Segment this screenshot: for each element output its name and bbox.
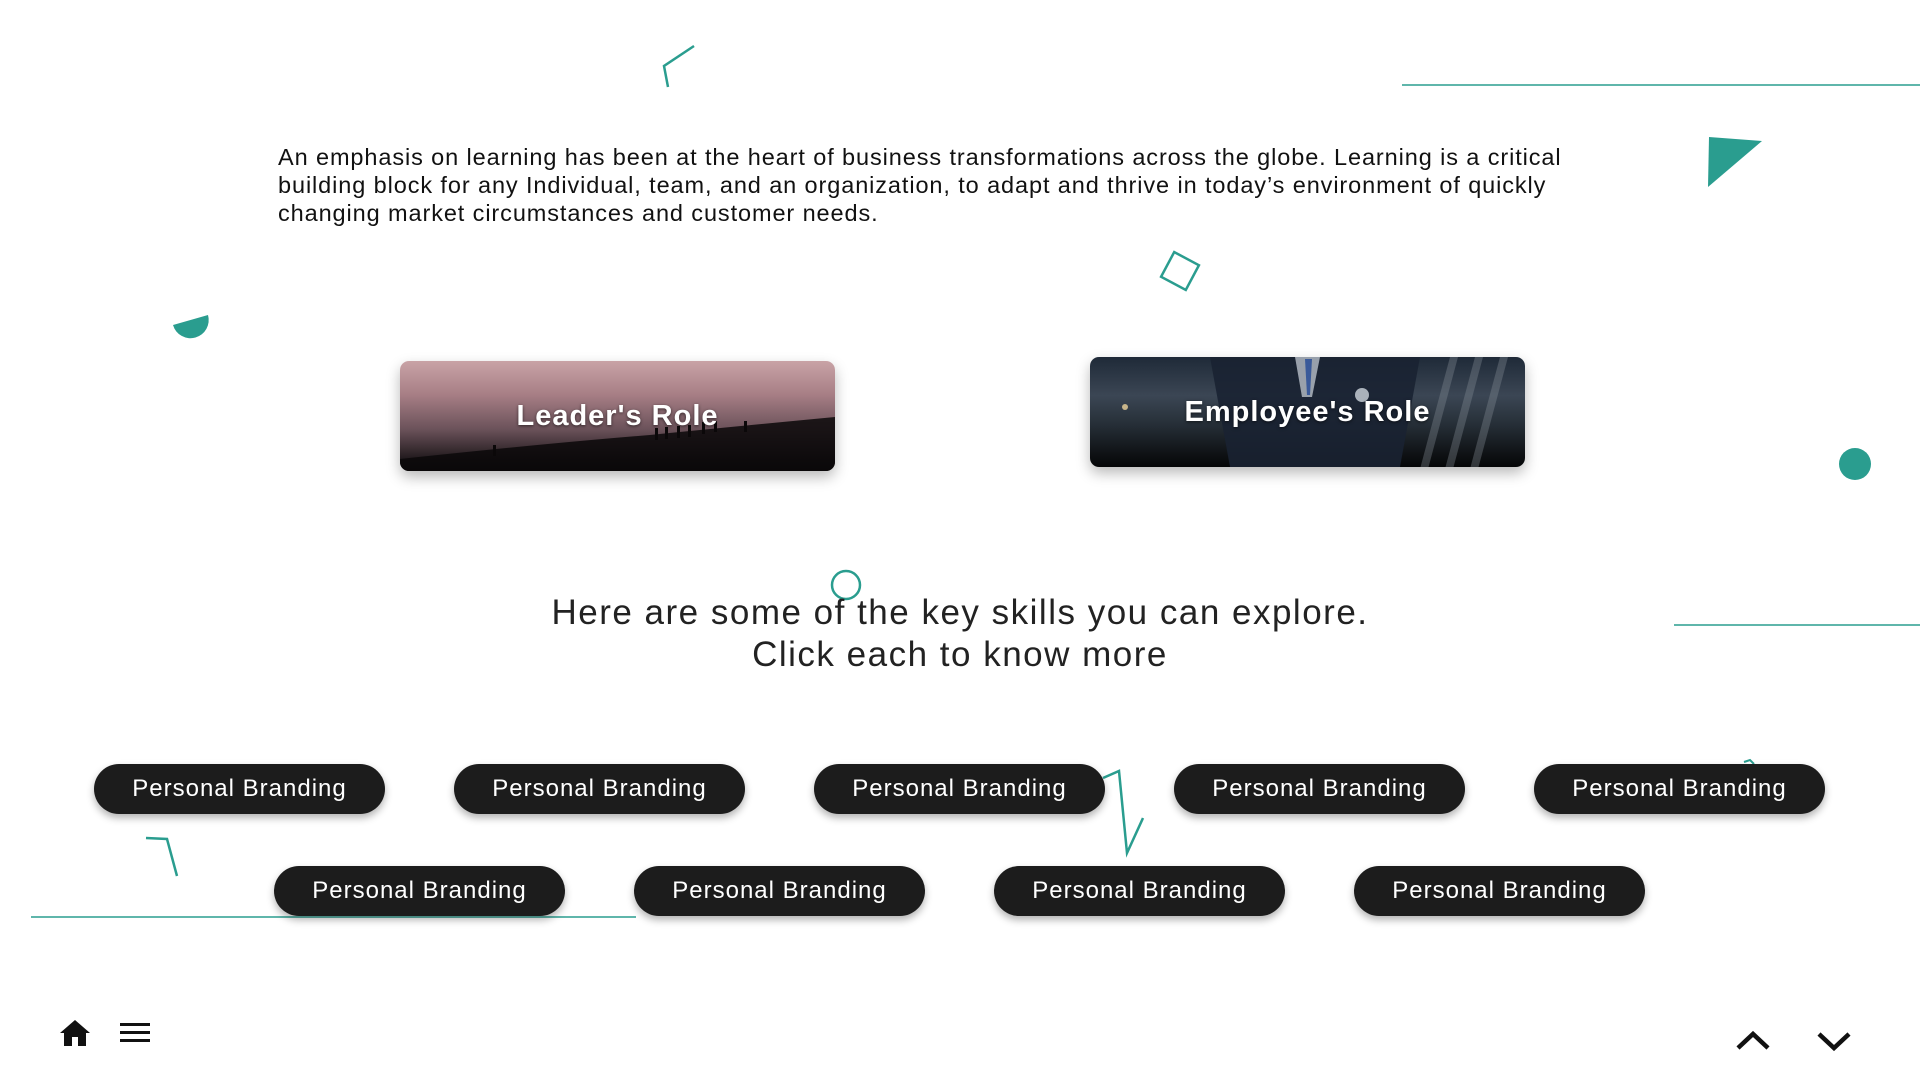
intro-paragraph: An emphasis on learning has been at the … (278, 144, 1562, 226)
skill-button-1[interactable]: Personal Branding (94, 764, 385, 814)
deco-zigzag (1102, 769, 1145, 858)
skill-button-4[interactable]: Personal Branding (1174, 764, 1465, 814)
hamburger-menu-icon[interactable] (118, 1020, 152, 1051)
chevron-up-icon[interactable] (1734, 1028, 1772, 1057)
deco-dot-right (1839, 448, 1871, 480)
skill-button-9[interactable]: Personal Branding (1354, 866, 1645, 916)
leaders-role-card[interactable]: Leader's Role (400, 361, 835, 471)
leaders-role-label: Leader's Role (516, 399, 719, 432)
skills-heading: Here are some of the key skills you can … (0, 592, 1920, 676)
employees-role-label: Employee's Role (1184, 395, 1431, 428)
home-icon[interactable] (58, 1018, 92, 1053)
skill-button-3[interactable]: Personal Branding (814, 764, 1105, 814)
skill-button-2[interactable]: Personal Branding (454, 764, 745, 814)
skills-heading-line1: Here are some of the key skills you can … (551, 593, 1369, 632)
chevron-down-icon[interactable] (1815, 1028, 1853, 1057)
deco-square-outline (1159, 250, 1201, 292)
skill-button-8[interactable]: Personal Branding (994, 866, 1285, 916)
deco-angle-bottom-left (145, 836, 179, 877)
deco-triangle (1708, 137, 1762, 187)
skill-button-6[interactable]: Personal Branding (274, 866, 565, 916)
skill-button-7[interactable]: Personal Branding (634, 866, 925, 916)
skill-button-5[interactable]: Personal Branding (1534, 764, 1825, 814)
employees-role-card[interactable]: Employee's Role (1090, 357, 1525, 467)
skills-heading-line2: Click each to know more (752, 635, 1168, 674)
deco-angle-top (662, 44, 695, 88)
deco-half-circle (173, 315, 209, 339)
